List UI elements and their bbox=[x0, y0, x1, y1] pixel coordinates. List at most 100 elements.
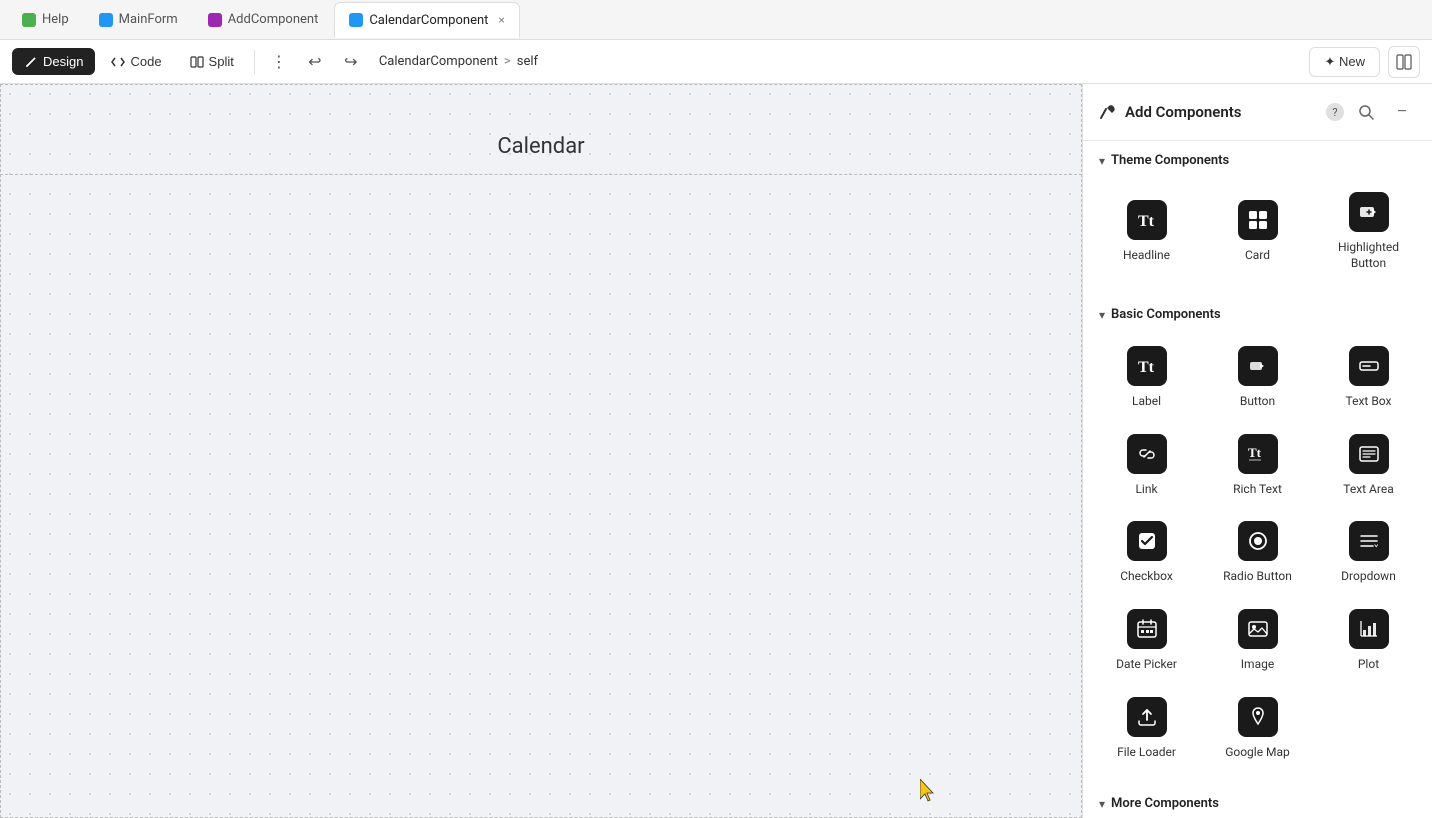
svg-text:Tt: Tt bbox=[1138, 213, 1155, 230]
link-icon bbox=[1127, 434, 1167, 474]
component-item-highlighted-button[interactable]: Highlighted Button bbox=[1313, 180, 1424, 283]
design-icon bbox=[24, 55, 38, 69]
image-icon bbox=[1238, 609, 1278, 649]
checkbox-label: Checkbox bbox=[1120, 569, 1173, 585]
highlighted-button-icon bbox=[1349, 192, 1389, 232]
canvas[interactable]: Calendar bbox=[0, 84, 1082, 818]
date-picker-label: Date Picker bbox=[1116, 657, 1177, 673]
component-item-file-loader[interactable]: File Loader bbox=[1091, 685, 1202, 773]
component-item-rich-text[interactable]: Tt Rich Text bbox=[1202, 422, 1313, 510]
headline-icon: Tt bbox=[1127, 200, 1167, 240]
basic-section-title: Basic Components bbox=[1111, 307, 1221, 322]
search-icon bbox=[1358, 104, 1374, 120]
layout-icon bbox=[1396, 54, 1412, 70]
text-box-label: Text Box bbox=[1346, 394, 1392, 410]
toolbar-right: ✦ New bbox=[1309, 46, 1420, 78]
breadcrumb-self: self bbox=[517, 54, 538, 69]
card-icon bbox=[1238, 200, 1278, 240]
tab-icon-calendar bbox=[349, 13, 363, 27]
canvas-border bbox=[0, 84, 1082, 818]
dropdown-icon bbox=[1349, 521, 1389, 561]
tab-icon-mainform bbox=[99, 13, 113, 27]
design-button[interactable]: Design bbox=[12, 48, 95, 75]
component-item-card[interactable]: Card bbox=[1202, 180, 1313, 283]
new-button[interactable]: ✦ New bbox=[1309, 47, 1380, 77]
component-item-google-map[interactable]: Google Map bbox=[1202, 685, 1313, 773]
tab-close-icon[interactable]: × bbox=[498, 13, 504, 27]
radio-button-label: Radio Button bbox=[1223, 569, 1292, 585]
tab-mainform[interactable]: MainForm bbox=[85, 2, 192, 38]
component-item-dropdown[interactable]: Dropdown bbox=[1313, 509, 1424, 597]
panel-header: Add Components ? − bbox=[1083, 84, 1432, 141]
tab-calendarcomponent[interactable]: CalendarComponent × bbox=[334, 2, 519, 38]
label-icon: Tt bbox=[1127, 346, 1167, 386]
panel-close-button[interactable]: − bbox=[1388, 98, 1416, 126]
text-area-label: Text Area bbox=[1343, 482, 1393, 498]
code-label: Code bbox=[130, 54, 161, 69]
component-item-plot[interactable]: Plot bbox=[1313, 597, 1424, 685]
component-item-label[interactable]: Tt Label bbox=[1091, 334, 1202, 422]
code-icon bbox=[111, 55, 125, 69]
breadcrumb-separator: > bbox=[504, 54, 511, 69]
google-map-label: Google Map bbox=[1225, 745, 1290, 761]
tab-calendarcomponent-label: CalendarComponent bbox=[369, 13, 488, 28]
more-section-title: More Components bbox=[1111, 796, 1219, 811]
button-icon bbox=[1238, 346, 1278, 386]
tab-help[interactable]: Help bbox=[8, 2, 83, 38]
breadcrumb: CalendarComponent > self bbox=[379, 54, 538, 69]
canvas-title: Calendar bbox=[497, 134, 584, 159]
tab-addcomponent-label: AddComponent bbox=[228, 12, 319, 27]
google-map-icon bbox=[1238, 697, 1278, 737]
layout-toggle-button[interactable] bbox=[1388, 46, 1420, 78]
text-area-icon bbox=[1349, 434, 1389, 474]
component-item-date-picker[interactable]: Date Picker bbox=[1091, 597, 1202, 685]
component-item-link[interactable]: Link bbox=[1091, 422, 1202, 510]
plot-icon bbox=[1349, 609, 1389, 649]
new-label: ✦ New bbox=[1324, 54, 1365, 70]
split-button[interactable]: Split bbox=[178, 48, 246, 75]
canvas-dashed-separator bbox=[0, 174, 1082, 175]
more-section-header[interactable]: ▾ More Components bbox=[1083, 784, 1432, 818]
tab-help-label: Help bbox=[42, 12, 69, 27]
tab-mainform-label: MainForm bbox=[119, 12, 178, 27]
basic-section-header[interactable]: ▾ Basic Components bbox=[1083, 295, 1432, 330]
tab-icon-addcomponent bbox=[208, 13, 222, 27]
undo-button[interactable]: ↩ bbox=[299, 46, 331, 78]
tab-bar: Help MainForm AddComponent CalendarCompo… bbox=[0, 0, 1432, 40]
headline-label: Headline bbox=[1123, 248, 1170, 264]
split-icon bbox=[190, 55, 204, 69]
design-label: Design bbox=[43, 54, 83, 69]
panel-search-button[interactable] bbox=[1352, 98, 1380, 126]
dropdown-label: Dropdown bbox=[1341, 569, 1396, 585]
component-item-text-area[interactable]: Text Area bbox=[1313, 422, 1424, 510]
rich-text-label: Rich Text bbox=[1233, 482, 1282, 498]
theme-section-header[interactable]: ▾ Theme Components bbox=[1083, 141, 1432, 176]
breadcrumb-component: CalendarComponent bbox=[379, 54, 498, 69]
image-label: Image bbox=[1241, 657, 1274, 673]
component-item-checkbox[interactable]: Checkbox bbox=[1091, 509, 1202, 597]
card-label: Card bbox=[1245, 248, 1270, 264]
code-button[interactable]: Code bbox=[99, 48, 173, 75]
label-label: Label bbox=[1132, 394, 1161, 410]
component-item-radio-button[interactable]: Radio Button bbox=[1202, 509, 1313, 597]
tab-icon-help bbox=[22, 13, 36, 27]
theme-section-title: Theme Components bbox=[1111, 153, 1229, 168]
wrench-icon bbox=[1099, 103, 1117, 121]
file-loader-label: File Loader bbox=[1117, 745, 1176, 761]
rich-text-icon: Tt bbox=[1238, 434, 1278, 474]
radio-button-icon bbox=[1238, 521, 1278, 561]
highlighted-button-label: Highlighted Button bbox=[1319, 240, 1418, 271]
redo-button[interactable]: ↪ bbox=[335, 46, 367, 78]
tab-addcomponent[interactable]: AddComponent bbox=[194, 2, 333, 38]
right-panel: Add Components ? − ▾ Theme Components Tt bbox=[1082, 84, 1432, 818]
component-item-button[interactable]: Button bbox=[1202, 334, 1313, 422]
more-options-button[interactable]: ⋮ bbox=[263, 46, 295, 78]
basic-chevron-icon: ▾ bbox=[1099, 308, 1105, 322]
toolbar-divider-1 bbox=[254, 50, 255, 74]
component-item-image[interactable]: Image bbox=[1202, 597, 1313, 685]
panel-help-icon[interactable]: ? bbox=[1326, 103, 1344, 121]
theme-components-grid: Tt Headline Card bbox=[1083, 176, 1432, 295]
component-item-headline[interactable]: Tt Headline bbox=[1091, 180, 1202, 283]
component-item-text-box[interactable]: Text Box bbox=[1313, 334, 1424, 422]
more-chevron-icon: ▾ bbox=[1099, 797, 1105, 811]
